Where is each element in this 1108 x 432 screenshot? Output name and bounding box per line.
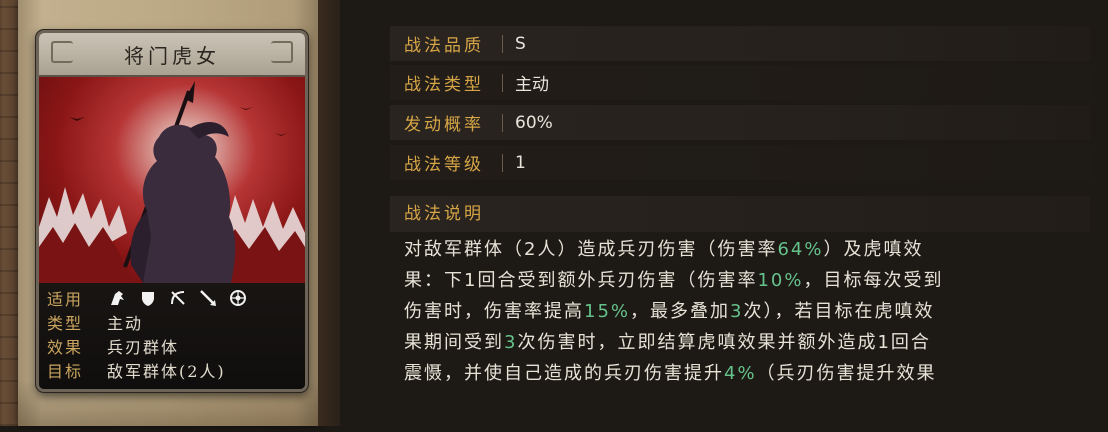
description-line: 震慑，并使自己造成的兵刃伤害提升4%（兵刃伤害提升效果 [404,358,1084,389]
property-divider [502,34,503,53]
tactic-card[interactable]: 将门虎女 适用 类型 主动 效果 兵刃群体 目标 敌军群体(2人) [36,30,308,392]
description-text: 震慑，并使自己造成的兵刃伤害提升 [404,363,724,384]
attr-target-value: 敌军群体(2人) [107,362,226,381]
description-text: 次伤害时，立即结算虎嗔效果并额外造成1回合 [517,332,931,353]
property-row-type: 战法类型 主动 [390,65,1090,100]
shield-icon [137,287,159,309]
warrior-silhouette-illustration [39,81,305,283]
property-value: 主动 [515,75,549,95]
cavalry-icon [107,287,129,309]
highlight-value: 15% [584,301,631,322]
property-row-level: 战法等级 1 [390,145,1090,180]
highlight-value: 3 [504,332,518,353]
attr-type-row: 类型 主动 [47,311,143,333]
property-key: 战法品质 [404,36,484,56]
property-divider [502,153,503,172]
attr-target-row: 目标 敌军群体(2人) [47,359,226,381]
attr-effect-value: 兵刃群体 [107,338,180,357]
description-text: 果期间受到 [404,332,504,353]
property-value: 1 [515,152,526,173]
description-line: 伤害时，伤害率提高15%，最多叠加3次），若目标在虎嗔效 [404,296,1084,327]
description-fade [390,418,1108,432]
highlight-value: 3 [730,301,744,322]
attr-type-value: 主动 [107,314,144,333]
description-text: 伤害时，伤害率提高 [404,301,584,322]
description-text: （兵刃伤害提升效果 [756,363,937,384]
siege-icon [227,287,249,309]
attr-target-label: 目标 [47,362,84,381]
attr-effect-label: 效果 [47,338,84,357]
card-artwork [39,77,305,283]
highlight-value: 10% [757,270,804,291]
highlight-value: 4% [724,363,757,384]
tactic-description: 对敌军群体（2人）造成兵刃伤害（伤害率64%）及虎嗔效 果：下1回合受到额外兵刃伤… [404,234,1084,389]
property-value: S [515,33,526,54]
backdrop-edge [318,0,340,426]
title-ornament-left [51,41,73,63]
description-text: 次），若目标在虎嗔效 [743,301,935,322]
property-key: 战法类型 [404,75,484,95]
attr-usable-row: 适用 [47,287,249,309]
description-line: 果：下1回合受到额外兵刃伤害（伤害率10%，目标每次受到 [404,265,1084,296]
property-value: 60% [515,112,553,133]
card-title-bar: 将门虎女 [39,33,305,77]
attr-usable-label: 适用 [47,290,84,309]
tactic-name: 将门虎女 [124,43,220,68]
description-text: ）及虎嗔效 [823,239,924,260]
description-line: 对敌军群体（2人）造成兵刃伤害（伤害率64%）及虎嗔效 [404,234,1084,265]
spear-icon [197,287,219,309]
property-key: 战法等级 [404,155,484,175]
unit-type-icons [107,287,249,309]
property-row-quality: 战法品质 S [390,26,1090,61]
property-row-probability: 发动概率 60% [390,105,1090,140]
attr-type-label: 类型 [47,314,84,333]
card-attributes: 适用 类型 主动 效果 兵刃群体 目标 敌军群体(2人) [39,283,305,389]
tactic-details-panel: 战法品质 S 战法类型 主动 发动概率 60% 战法等级 1 战法说明 对敌军群… [390,0,1108,432]
attr-effect-row: 效果 兵刃群体 [47,335,179,357]
property-key: 发动概率 [404,115,484,135]
description-text: 对敌军群体（2人）造成兵刃伤害（伤害率 [404,239,778,260]
title-ornament-right [271,41,293,63]
description-text: ，最多叠加 [630,301,731,322]
description-text: 果：下1回合受到额外兵刃伤害（伤害率 [404,270,758,291]
property-divider [502,113,503,132]
highlight-value: 64% [777,239,824,260]
bow-icon [167,287,189,309]
description-heading: 战法说明 [390,196,1090,232]
description-line: 果期间受到3次伤害时，立即结算虎嗔效果并额外造成1回合 [404,327,1084,358]
property-divider [502,73,503,92]
description-text: ，目标每次受到 [803,270,944,291]
